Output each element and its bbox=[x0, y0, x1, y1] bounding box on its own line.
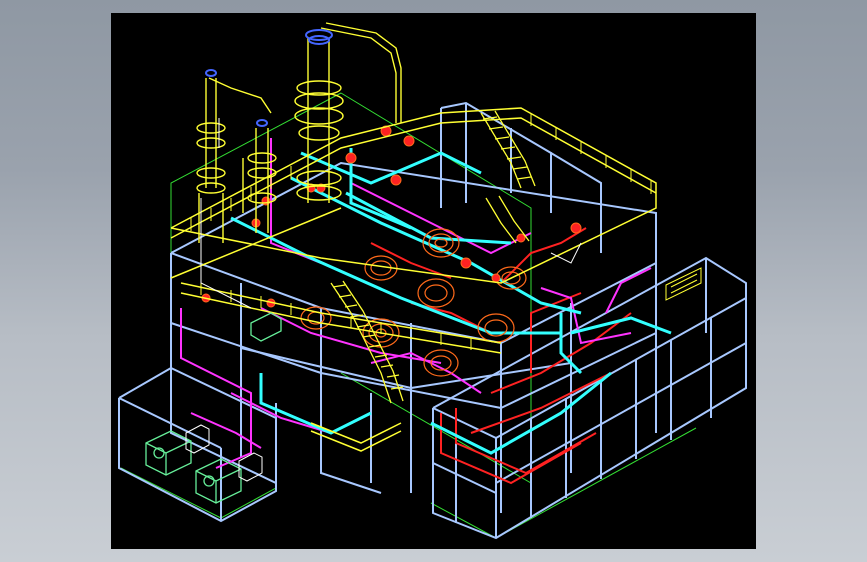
plant-3d-wireframe bbox=[118, 22, 747, 540]
ladder-right bbox=[480, 110, 536, 244]
right-building-equipment bbox=[665, 267, 702, 301]
white-lines bbox=[200, 118, 582, 309]
ground-outline bbox=[120, 92, 697, 539]
vessel-caps bbox=[205, 29, 333, 127]
cad-viewport[interactable] bbox=[111, 13, 756, 549]
